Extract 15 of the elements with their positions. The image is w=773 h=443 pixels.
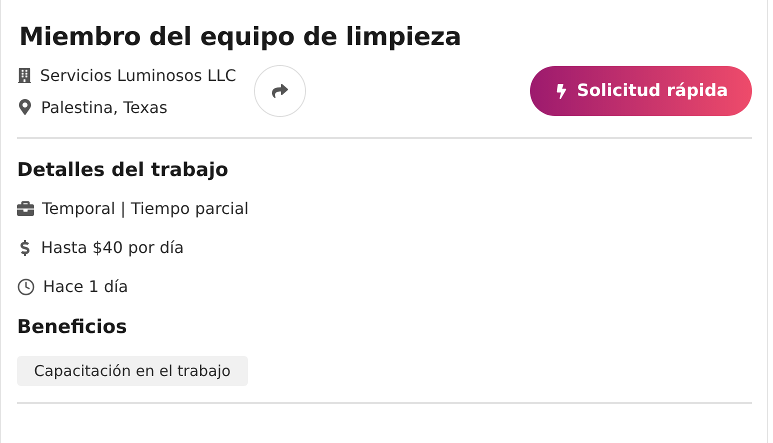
clock-icon — [17, 278, 35, 296]
job-detail: Hace 1 día — [43, 277, 128, 296]
share-icon — [272, 83, 288, 99]
job-detail: Hasta $40 por día — [41, 238, 184, 257]
company-name: Servicios Luminosos LLC — [40, 66, 236, 84]
building-icon — [17, 68, 32, 82]
section-heading: Detalles del trabajo — [17, 159, 230, 181]
job-location: Palestina, Texas — [41, 98, 168, 116]
job-title: Miembro del equipo de limpieza — [19, 22, 462, 51]
briefcase-icon — [17, 200, 34, 217]
location-pin-icon — [17, 99, 33, 115]
job-detail: Temporal | Tiempo parcial — [42, 199, 249, 218]
section-heading: Beneficios — [17, 316, 128, 338]
apply-button[interactable]: Solicitud rápida — [530, 66, 752, 116]
benefit-tag: Capacitación en el trabajo — [17, 356, 248, 386]
